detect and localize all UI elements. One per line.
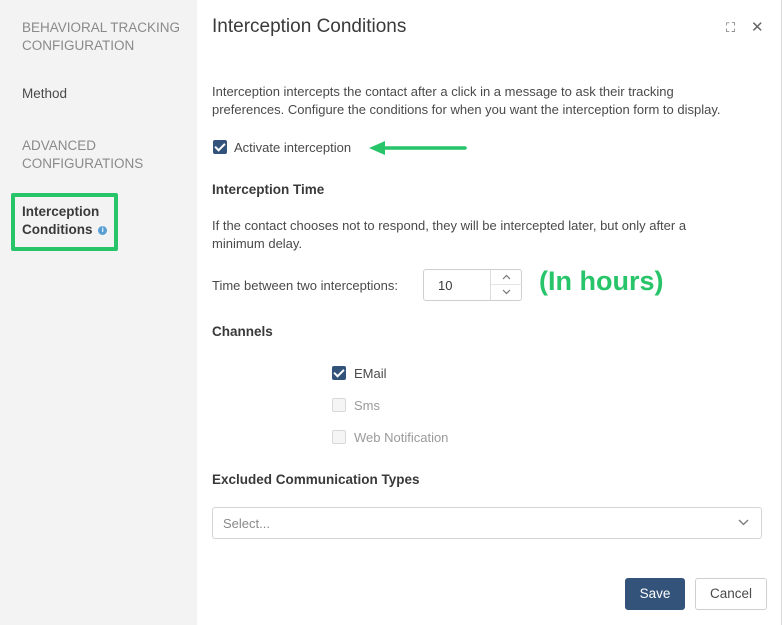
channel-sms-label[interactable]: Sms (354, 398, 380, 413)
channel-web-notification-label[interactable]: Web Notification (354, 430, 448, 445)
hours-annotation: (In hours) (539, 266, 664, 296)
excluded-types-heading: Excluded Communication Types (212, 472, 420, 487)
sidebar-item-interception-conditions[interactable]: Interception Conditions i (22, 203, 114, 239)
channel-email-label[interactable]: EMail (354, 366, 387, 381)
sidebar-section-advanced[interactable]: ADVANCED CONFIGURATIONS (22, 137, 172, 173)
sidebar-item-method[interactable]: Method (22, 85, 67, 103)
sidebar: BEHAVIORAL TRACKING CONFIGURATION Method… (0, 0, 197, 625)
activate-interception-checkbox[interactable] (213, 140, 227, 154)
save-button[interactable]: Save (625, 578, 685, 610)
intro-line1: Interception intercepts the contact afte… (212, 84, 674, 99)
time-between-label: Time between two interceptions: (212, 278, 398, 293)
chevron-down-icon (502, 289, 511, 295)
channels-heading: Channels (212, 324, 273, 339)
app-frame: BEHAVIORAL TRACKING CONFIGURATION Method… (0, 0, 782, 625)
time-between-value[interactable]: 10 (438, 278, 452, 293)
sidebar-item-label-line1: Interception (22, 204, 100, 219)
interception-time-desc-line2: minimum delay. (212, 236, 303, 251)
dialog: Interception Conditions ⛶ ✕ Interception… (197, 0, 782, 625)
channel-email-checkbox[interactable] (332, 366, 346, 380)
cancel-button[interactable]: Cancel (695, 578, 767, 610)
close-icon[interactable]: ✕ (751, 18, 764, 36)
sidebar-section-behavioral-tracking[interactable]: BEHAVIORAL TRACKING CONFIGURATION (22, 19, 192, 55)
chevron-down-icon (738, 519, 749, 526)
activate-interception-label[interactable]: Activate interception (234, 140, 351, 155)
excluded-types-placeholder: Select... (223, 516, 270, 531)
chevron-up-icon (502, 274, 511, 280)
interception-time-desc-line1: If the contact chooses not to respond, t… (212, 218, 687, 233)
time-between-stepper[interactable]: 10 (423, 269, 522, 301)
stepper-up-button[interactable] (491, 270, 522, 285)
info-icon[interactable]: i (98, 226, 108, 235)
interception-time-heading: Interception Time (212, 182, 325, 197)
channel-sms-checkbox[interactable] (332, 398, 346, 412)
expand-icon[interactable]: ⛶ (726, 20, 735, 36)
arrow-left-icon (369, 141, 467, 155)
interception-time-desc: If the contact chooses not to respond, t… (212, 217, 767, 253)
stepper-down-button[interactable] (491, 285, 522, 300)
intro-line2: preferences. Configure the conditions fo… (212, 102, 721, 117)
intro-text: Interception intercepts the contact afte… (212, 83, 767, 119)
sidebar-item-label-line2: Conditions (22, 222, 93, 237)
dialog-title: Interception Conditions (212, 16, 407, 37)
channel-web-notification-checkbox[interactable] (332, 430, 346, 444)
excluded-types-select[interactable]: Select... (212, 507, 762, 539)
